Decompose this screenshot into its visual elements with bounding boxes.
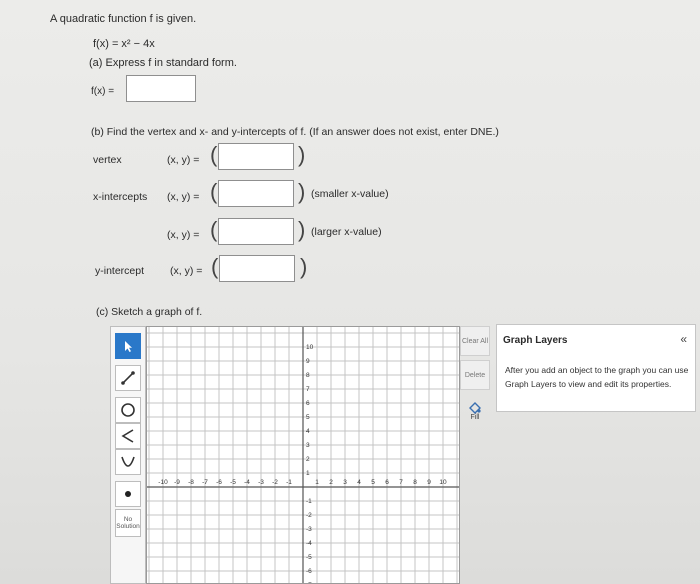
vertex-input[interactable]	[218, 143, 294, 170]
x-tick-label: 6	[385, 479, 389, 486]
y-tick-label: 8	[306, 372, 310, 379]
y-tick-label: 4	[306, 428, 310, 435]
smaller-x-note: (smaller x-value)	[311, 188, 389, 200]
parabola-tool[interactable]	[115, 449, 141, 475]
part-c-prompt: (c) Sketch a graph of f.	[96, 306, 203, 318]
y-tick-label: 5	[306, 414, 310, 421]
fill-button[interactable]: Fill	[460, 396, 490, 426]
x-intercepts-label: x-intercepts	[93, 191, 148, 203]
angle-icon	[121, 429, 134, 443]
y-intercept-input[interactable]	[219, 255, 295, 282]
vertex-xy-label: (x, y) =	[167, 154, 200, 166]
line-icon	[121, 371, 135, 385]
pointer-icon	[125, 341, 132, 352]
parabola-icon	[121, 456, 135, 467]
x-tick-label: 7	[399, 479, 403, 486]
open-paren: (	[210, 142, 218, 167]
y-tick-label: 1	[306, 470, 310, 477]
x-tick-label: 10	[439, 479, 447, 486]
x-intercept-larger-input[interactable]	[218, 218, 294, 245]
x-tick-label: -6	[216, 479, 222, 486]
y-tick-label: -3	[306, 526, 312, 533]
x-tick-label: -1	[286, 479, 292, 486]
x-tick-label: -4	[244, 479, 250, 486]
coordinate-grid: -10 -9 -8 -7 -6 -5 -4 -3 -2 -1 1 2 3 4 5 6 7 8 9 10 10 9 8 7 6 5 4…	[147, 327, 459, 583]
close-paren: )	[300, 254, 308, 279]
y-tick-label: 6	[306, 400, 310, 407]
no-solution-button[interactable]: No Solution	[115, 509, 141, 537]
open-paren: (	[210, 217, 218, 242]
line-tool[interactable]	[115, 365, 141, 391]
open-paren: (	[211, 254, 219, 279]
x-intercept-1-xy-label: (x, y) =	[167, 191, 200, 203]
y-tick-label: -4	[306, 540, 312, 547]
y-tick-label: 7	[306, 386, 310, 393]
x-intercept-2-xy-label: (x, y) =	[167, 229, 200, 241]
graph-canvas[interactable]: -10 -9 -8 -7 -6 -5 -4 -3 -2 -1 1 2 3 4 5 6 7 8 9 10 10 9 8 7 6 5 4…	[146, 326, 460, 584]
part-b-prompt: (b) Find the vertex and x- and y-interce…	[91, 126, 499, 138]
function-definition: f(x) = x² − 4x	[93, 38, 155, 50]
x-tick-label: -10	[158, 479, 168, 486]
x-tick-label: -7	[202, 479, 208, 486]
delete-label: Delete	[464, 371, 486, 379]
graph-layers-title: Graph Layers	[503, 335, 568, 346]
point-icon	[125, 491, 131, 497]
y-intercept-label: y-intercept	[95, 265, 145, 277]
x-tick-label: 1	[315, 479, 319, 486]
x-tick-label: -8	[188, 479, 194, 486]
x-tick-label: -3	[258, 479, 264, 486]
problem-intro: A quadratic function f is given.	[50, 13, 197, 25]
y-intercept-xy-label: (x, y) =	[170, 265, 203, 277]
y-tick-label: -5	[306, 554, 312, 561]
larger-x-note: (larger x-value)	[311, 226, 382, 238]
x-tick-label: 2	[329, 479, 333, 486]
fill-label: Fill	[470, 413, 480, 421]
graph-layers-panel: Graph Layers « After you add an object t…	[496, 324, 696, 412]
y-tick-label: -2	[306, 512, 312, 519]
fill-icon	[469, 401, 481, 414]
graph-toolbar: No Solution	[110, 326, 146, 584]
clear-all-button[interactable]: Clear All	[460, 326, 490, 356]
x-tick-label: 4	[357, 479, 361, 486]
circle-tool[interactable]	[115, 397, 141, 423]
angle-tool[interactable]	[115, 423, 141, 449]
delete-button[interactable]: Delete	[460, 360, 490, 390]
no-solution-label: No Solution	[116, 516, 140, 530]
y-tick-label: 3	[306, 442, 310, 449]
clear-all-label: Clear All	[461, 337, 489, 345]
point-tool[interactable]	[115, 481, 141, 507]
y-tick-label: -6	[306, 568, 312, 575]
x-tick-label: 5	[371, 479, 375, 486]
close-paren: )	[298, 179, 306, 204]
x-tick-label: -2	[272, 479, 278, 486]
open-paren: (	[210, 179, 218, 204]
close-paren: )	[298, 142, 306, 167]
y-tick-label: 2	[306, 456, 310, 463]
standard-form-input[interactable]	[126, 75, 196, 102]
y-tick-label: 10	[306, 344, 314, 351]
y-tick-label: 9	[306, 358, 310, 365]
part-a-prompt: (a) Express f in standard form.	[89, 57, 237, 69]
pointer-tool[interactable]	[115, 333, 141, 359]
x-tick-label: -5	[230, 479, 236, 486]
graph-layers-help: After you add an object to the graph you…	[505, 365, 689, 389]
x-tick-label: 8	[413, 479, 417, 486]
circle-icon	[121, 403, 135, 417]
close-paren: )	[298, 217, 306, 242]
y-tick-label: -1	[306, 498, 312, 505]
collapse-layers-button[interactable]: «	[680, 332, 687, 346]
x-tick-label: 9	[427, 479, 431, 486]
vertex-label: vertex	[93, 154, 122, 166]
x-tick-label: 3	[343, 479, 347, 486]
x-tick-label: -9	[174, 479, 180, 486]
x-intercept-smaller-input[interactable]	[218, 180, 294, 207]
fx-label: f(x) =	[91, 86, 115, 97]
